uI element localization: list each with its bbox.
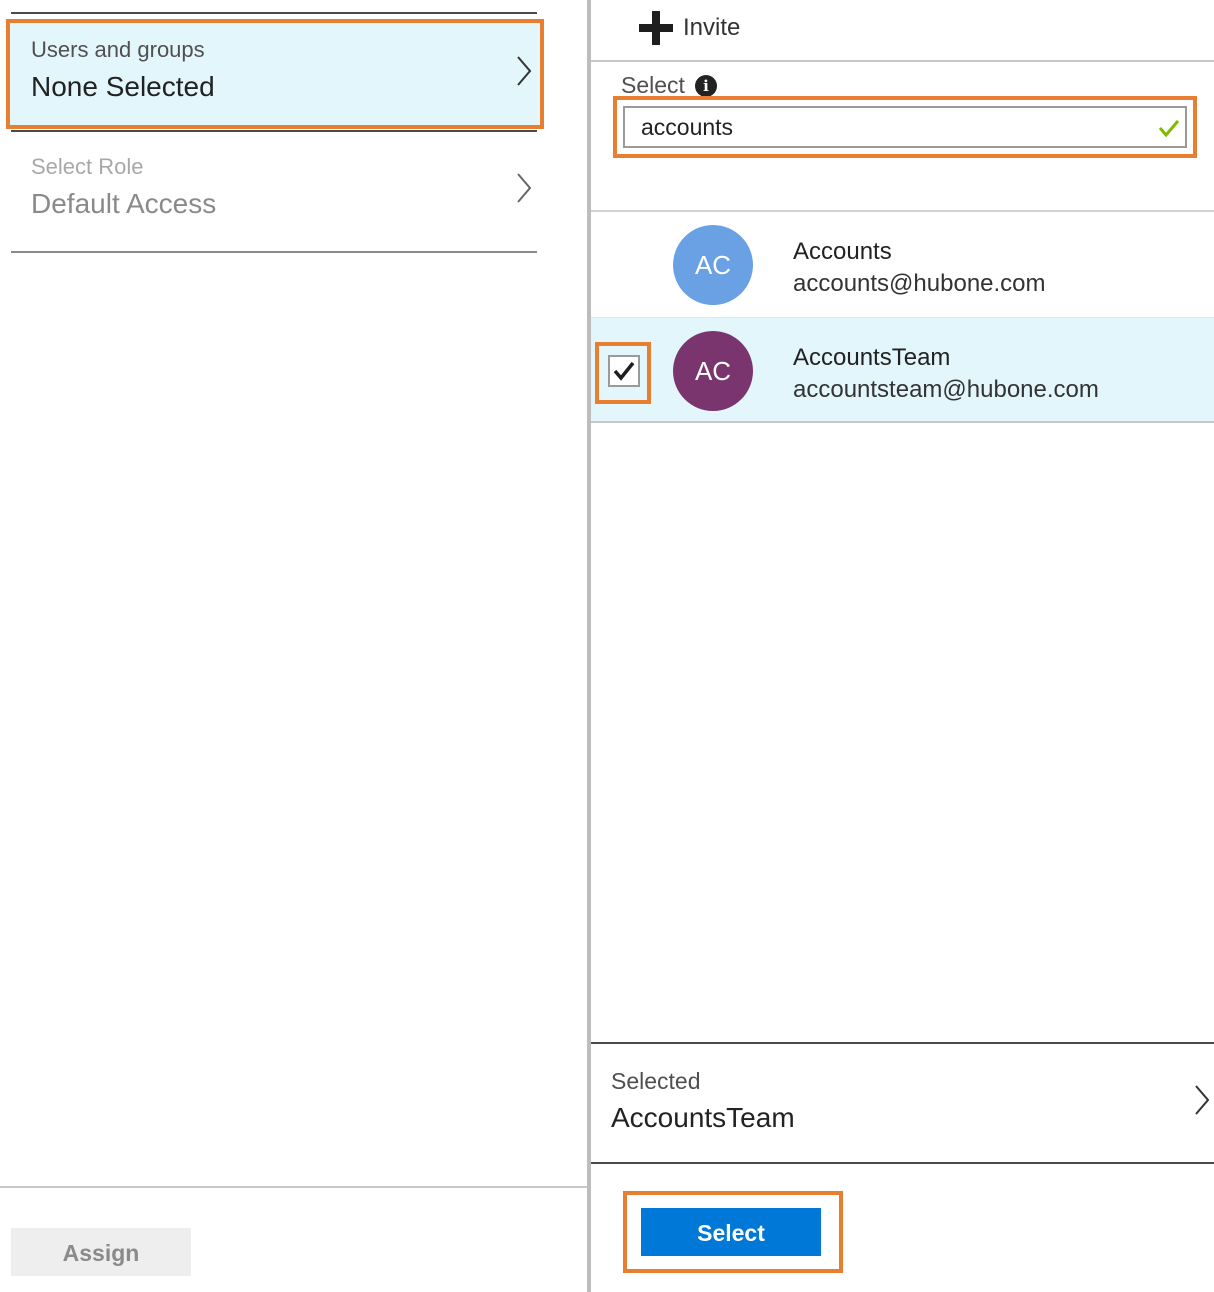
info-icon[interactable]: i [694, 74, 717, 97]
avatar: AC [673, 225, 753, 305]
users-picker-panel: Invite Select i AC Accounts accounts@hub… [591, 0, 1214, 1292]
users-and-groups-label: Users and groups [31, 37, 205, 62]
result-name: Accounts [793, 238, 892, 265]
select-role-row: Select Role Default Access [10, 140, 540, 242]
divider [11, 12, 537, 14]
chevron-right-icon [1195, 1085, 1210, 1115]
checkmark-icon [613, 361, 635, 381]
result-email: accountsteam@hubone.com [793, 376, 1099, 403]
result-name: AccountsTeam [793, 344, 951, 371]
divider [11, 251, 537, 253]
select-role-label: Select Role [31, 154, 144, 179]
select-button-highlight: Select [623, 1191, 843, 1273]
chevron-right-icon [517, 56, 532, 86]
checkbox[interactable] [608, 355, 640, 387]
list-item[interactable]: AC AccountsTeam accountsteam@hubone.com [591, 317, 1214, 423]
selected-label: Selected [611, 1068, 701, 1094]
users-and-groups-row[interactable]: Users and groups None Selected [6, 19, 544, 129]
users-and-groups-value: None Selected [31, 71, 215, 102]
list-item[interactable]: AC Accounts accounts@hubone.com [591, 212, 1214, 318]
invite-button[interactable]: Invite [639, 10, 740, 46]
assign-panel: Users and groups None Selected Select Ro… [0, 0, 587, 1292]
result-email: accounts@hubone.com [793, 270, 1046, 297]
divider [11, 130, 537, 132]
search-highlight [613, 96, 1197, 158]
avatar: AC [673, 331, 753, 411]
select-role-value: Default Access [31, 188, 217, 219]
divider [591, 60, 1214, 62]
chevron-right-icon [517, 173, 532, 203]
select-button[interactable]: Select [641, 1208, 821, 1256]
plus-icon [639, 11, 673, 45]
select-field-label: Select i [621, 72, 717, 99]
assign-button: Assign [11, 1228, 191, 1276]
divider [591, 1162, 1214, 1164]
checkbox-highlight [595, 342, 651, 404]
checkmark-icon [1158, 120, 1180, 138]
selected-summary-row[interactable]: Selected AccountsTeam [591, 1044, 1214, 1162]
selected-value: AccountsTeam [611, 1102, 795, 1133]
invite-label: Invite [683, 14, 741, 41]
select-label-text: Select [621, 72, 685, 98]
search-input[interactable] [623, 106, 1187, 148]
footer-divider [0, 1186, 587, 1188]
